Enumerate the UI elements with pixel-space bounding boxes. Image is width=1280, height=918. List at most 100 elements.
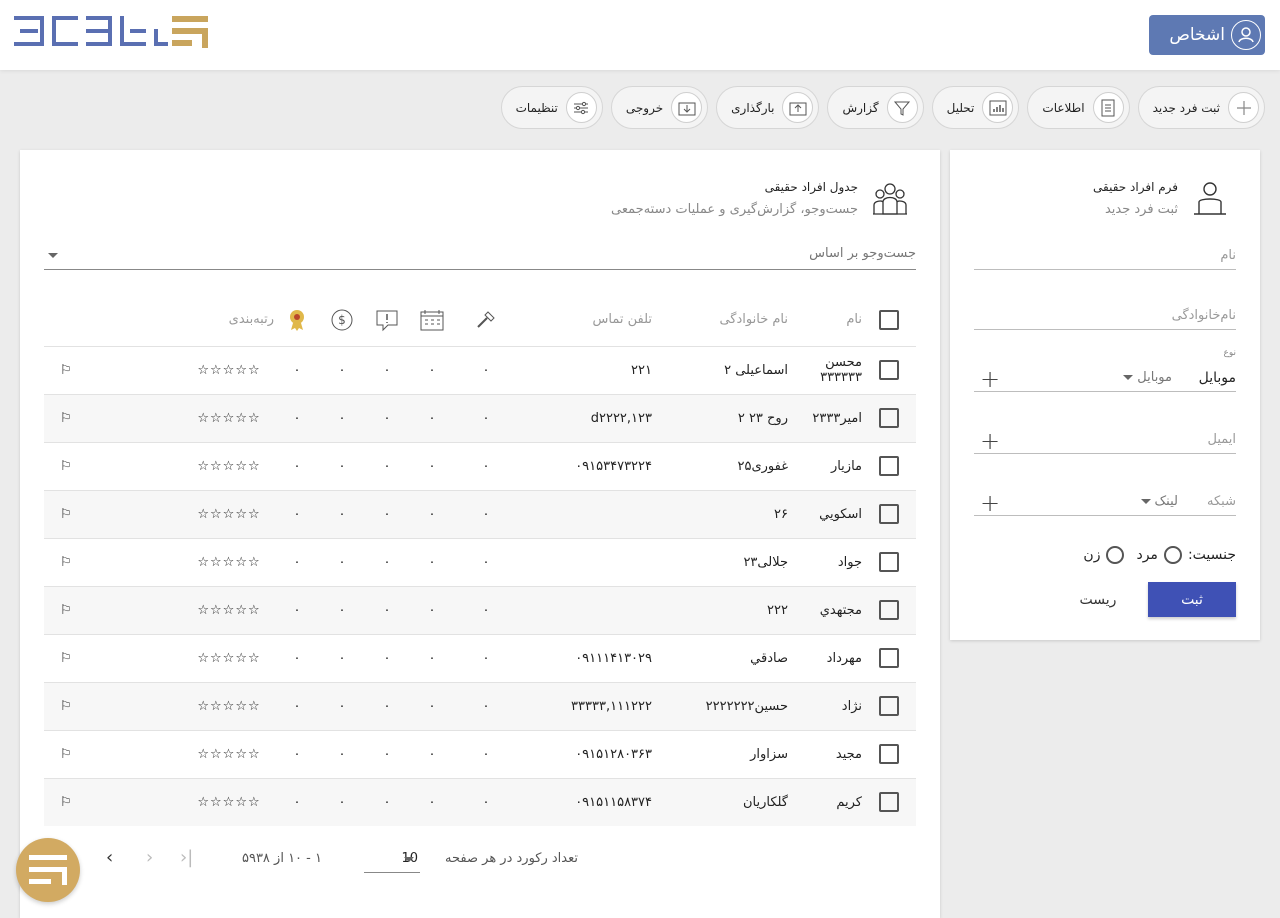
flag-icon[interactable]: ⚐ [44,585,184,634]
table-row[interactable]: اسكويي ۲۶ ۰ ۰ ۰ ۰ ۰ ☆☆☆☆☆ ⚐ [44,489,916,538]
gender-male-radio[interactable] [1163,546,1182,564]
flag-icon[interactable]: ⚐ [44,489,184,538]
download-icon [671,92,703,123]
table-row[interactable]: مازیار غفوری۲۵ ۰۹۱۵۳۴۷۳۲۲۴ ۰ ۰ ۰ ۰ ۰ ☆☆☆☆☆ ⚐ [44,441,916,490]
flag-icon[interactable]: ⚐ [44,345,184,394]
family-field[interactable]: نام‌خانوادگی [974,298,1236,330]
select-all-checkbox[interactable] [879,309,899,330]
add-email-icon[interactable]: + [980,429,1000,453]
rating-stars[interactable]: ☆☆☆☆☆ [184,585,274,634]
rating-stars[interactable]: ☆☆☆☆☆ [184,681,274,730]
cell-count: ۰ [274,489,320,538]
export-button[interactable]: خروجی [610,86,709,129]
cell-family: ۲۶ [652,489,788,538]
flag-icon[interactable]: ⚐ [44,633,184,682]
table-row[interactable]: جواد جلالی۲۳ ۰ ۰ ۰ ۰ ۰ ☆☆☆☆☆ ⚐ [44,537,916,586]
email-field[interactable]: ایمیل + [974,422,1236,454]
gender-group: جنسیت: مرد زن [1083,546,1236,564]
row-select-cell [862,393,916,442]
row-select-cell [862,585,916,634]
cell-count: ۰ [320,345,364,394]
next-page-icon[interactable]: › [106,847,113,868]
row-checkbox[interactable] [879,408,899,428]
brand-fab-button[interactable] [16,838,80,902]
gender-female-radio[interactable] [1106,546,1125,564]
table-row[interactable]: نژاد حسین۲۲۲۲۲۲۲ ۳۳۳۳۳,۱۱۱۲۲۲ ۰ ۰ ۰ ۰ ۰ ☆☆☆☆☆ ⚐ [44,681,916,730]
table-row[interactable]: محسن ۳۳۳۳۳۳ اسماعیلی ۲ ۲۲۱ ۰ ۰ ۰ ۰ ۰ ☆☆☆☆☆ ⚐ [44,345,916,394]
settings-button[interactable]: تنظیمات [500,86,603,129]
flag-icon[interactable]: ⚐ [44,393,184,442]
flag-icon[interactable]: ⚐ [44,681,184,730]
cell-count: ۰ [410,633,454,682]
cell-family: صادقي [652,633,788,682]
phone-type-field[interactable]: موبایل موبایل + [974,360,1236,392]
table-row[interactable]: مجتهدي ۲۲۲ ۰ ۰ ۰ ۰ ۰ ☆☆☆☆☆ ⚐ [44,585,916,634]
row-checkbox[interactable] [879,792,899,813]
new-person-button[interactable]: ثبت فرد جدید [1137,86,1265,129]
cell-family: ۲۲۲ [652,585,788,634]
network-type-value: لینک [1154,494,1178,509]
flag-icon[interactable]: ⚐ [44,777,184,826]
row-checkbox[interactable] [879,600,899,620]
cell-count: ۰ [320,729,364,778]
name-field[interactable]: نام [974,238,1236,270]
table-row[interactable]: امیر۲۳۳۳ روح ۲۳ ۲ d۲۲۲۲,۱۲۳ ۰ ۰ ۰ ۰ ۰ ☆☆☆☆☆ ⚐ [44,393,916,442]
col-family[interactable]: نام خانوادگی [652,294,788,346]
first-page-icon[interactable]: |‹ [180,847,193,868]
phone-type-select[interactable]: موبایل [1123,370,1172,385]
analysis-button[interactable]: تحلیل [931,86,1020,129]
cell-count: ۰ [454,585,518,634]
cell-count: ۰ [410,393,454,442]
page-title-chip[interactable]: اشخاص [1149,15,1265,55]
rating-stars[interactable]: ☆☆☆☆☆ [184,777,274,826]
submit-button[interactable]: ثبت [1148,582,1236,617]
rating-stars[interactable]: ☆☆☆☆☆ [184,729,274,778]
row-checkbox[interactable] [879,696,899,716]
report-button[interactable]: گزارش [827,86,924,129]
row-checkbox[interactable] [879,648,899,668]
table-row[interactable]: کریم گلکاریان ۰۹۱۵۱۱۵۸۳۷۴ ۰ ۰ ۰ ۰ ۰ ☆☆☆☆☆ ⚐ [44,777,916,826]
row-select-cell [862,681,916,730]
cell-phone: d۲۲۲۲,۱۲۳ [518,393,652,442]
row-checkbox[interactable] [879,456,899,476]
flag-icon[interactable]: ⚐ [44,441,184,490]
col-phone[interactable]: تلفن تماس [518,294,653,346]
cell-family: اسماعیلی ۲ [652,345,788,394]
table-row[interactable]: مجید سزاوار ۰۹۱۵۱۲۸۰۳۶۳ ۰ ۰ ۰ ۰ ۰ ☆☆☆☆☆ ⚐ [44,729,916,778]
row-checkbox[interactable] [879,504,899,524]
add-network-icon[interactable]: + [980,491,1000,515]
add-phone-icon[interactable]: + [980,367,1000,391]
calendar-icon [420,309,444,331]
flag-icon[interactable]: ⚐ [44,537,184,586]
page-title: اشخاص [1169,25,1225,45]
rating-stars[interactable]: ☆☆☆☆☆ [184,441,274,490]
rating-stars[interactable]: ☆☆☆☆☆ [184,345,274,394]
table-row[interactable]: مهرداد صادقي ۰۹۱۱۱۴۱۳۰۲۹ ۰ ۰ ۰ ۰ ۰ ☆☆☆☆☆ ⚐ [44,633,916,682]
col-flag [44,294,184,346]
row-checkbox[interactable] [879,552,899,572]
row-checkbox[interactable] [879,360,899,380]
analysis-label: تحلیل [946,100,975,115]
row-checkbox[interactable] [879,744,899,764]
upload-button[interactable]: بارگذاری [716,86,820,129]
network-field[interactable]: شبکه لینک + [974,484,1236,516]
cell-family: گلکاریان [652,777,788,826]
table-title: جدول افراد حقیقی [764,180,858,194]
col-name[interactable]: نام [788,294,862,346]
cell-family: غفوری۲۵ [652,441,788,490]
rating-stars[interactable]: ☆☆☆☆☆ [184,393,274,442]
per-page-select[interactable]: 10 [364,845,420,873]
search-field[interactable]: جست‌وجو بر اساس [44,242,916,270]
info-label: اطلاعات [1042,100,1085,115]
flag-icon[interactable]: ⚐ [44,729,184,778]
network-type-select[interactable]: لینک [1140,494,1178,509]
search-placeholder: جست‌وجو بر اساس [809,246,916,261]
reset-button[interactable]: ریست [1068,582,1128,617]
prev-page-icon[interactable]: ‹ [146,847,153,868]
col-rating[interactable]: رتبه‌بندی [184,294,274,346]
rating-stars[interactable]: ☆☆☆☆☆ [184,489,274,538]
rating-stars[interactable]: ☆☆☆☆☆ [184,633,274,682]
cell-count: ۰ [364,393,410,442]
rating-stars[interactable]: ☆☆☆☆☆ [184,537,274,586]
info-button[interactable]: اطلاعات [1027,86,1130,129]
